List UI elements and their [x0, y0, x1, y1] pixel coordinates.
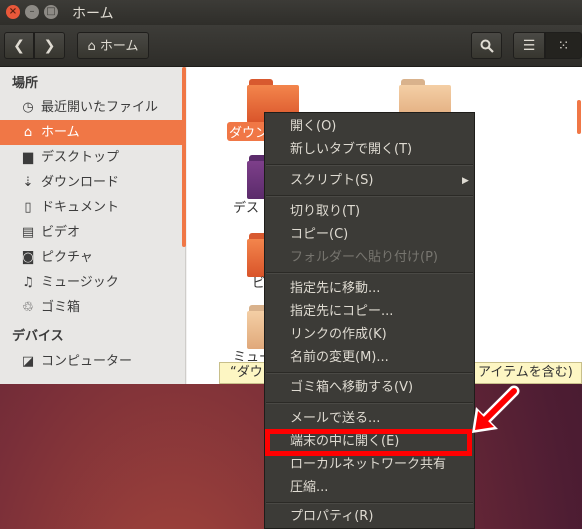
menu-item-make-link[interactable]: リンクの作成(K) — [265, 324, 474, 346]
sidebar-item-recent[interactable]: ◷ 最近開いたファイル — [0, 95, 185, 120]
sidebar-item-trash[interactable]: ♲ ゴミ箱 — [0, 295, 185, 320]
devices-header: デバイス — [12, 329, 64, 344]
sidebar-item-downloads[interactable]: ⇣ ダウンロード — [0, 170, 185, 195]
sidebar-item-pictures[interactable]: ◙ ピクチャ — [0, 245, 185, 270]
menu-item-open[interactable]: 開く(O) — [265, 116, 474, 138]
menu-item-copy-to[interactable]: 指定先にコピー... — [265, 301, 474, 323]
chevron-right-icon: ❯ — [43, 38, 56, 54]
menu-separator — [266, 502, 473, 504]
annotation-highlight-box — [265, 429, 472, 456]
menu-item-move-to-trash[interactable]: ゴミ箱へ移動する(V) — [265, 377, 474, 399]
menu-separator — [266, 372, 473, 374]
clock-icon: ◷ — [22, 100, 34, 115]
search-icon — [480, 39, 494, 53]
search-button[interactable] — [471, 32, 502, 59]
grid-view-button[interactable]: ⁙ — [545, 32, 582, 59]
menu-item-local-network-share[interactable]: ローカルネットワーク共有 — [265, 454, 474, 476]
title-bar: × – □ ホーム — [0, 0, 582, 25]
window-title: ホーム — [72, 6, 114, 22]
sidebar-item-label: ゴミ箱 — [41, 300, 81, 315]
grid-icon: ⁙ — [557, 38, 570, 54]
sidebar: 場所 ◷ 最近開いたファイル ⌂ ホーム ▆ デスクトップ ⇣ ダウンロード ▯… — [0, 67, 186, 384]
home-icon: ⌂ — [23, 125, 33, 140]
annotation-arrow-icon — [472, 385, 520, 433]
minimize-button[interactable]: – — [25, 5, 39, 19]
camera-icon: ◙ — [21, 250, 35, 265]
breadcrumb-home[interactable]: ⌂ ホーム — [77, 32, 149, 59]
menu-item-rename[interactable]: 名前の変更(M)... — [265, 347, 474, 369]
sidebar-item-label: デスクトップ — [41, 150, 120, 165]
computer-icon: ◪ — [21, 354, 35, 369]
status-text-right: アイテムを含む) — [478, 365, 573, 380]
toolbar: ❮ ❯ ⌂ ホーム ☰ ⁙ — [0, 25, 582, 67]
list-view-button[interactable]: ☰ — [513, 32, 545, 59]
menu-item-scripts[interactable]: スクリプト(S) ▶ — [265, 170, 474, 192]
sidebar-item-label: コンピューター — [41, 354, 133, 369]
document-icon: ▯ — [24, 200, 32, 215]
forward-button[interactable]: ❯ — [34, 32, 65, 59]
sidebar-item-music[interactable]: ♫ ミュージック — [0, 270, 185, 295]
sidebar-item-label: ドキュメント — [41, 200, 120, 215]
menu-separator — [266, 195, 473, 197]
sidebar-item-label: ホーム — [41, 125, 80, 140]
menu-separator — [266, 164, 473, 166]
trash-icon: ♲ — [22, 300, 34, 315]
folder-icon: ▆ — [23, 150, 33, 165]
menu-item-compress[interactable]: 圧縮... — [265, 477, 474, 499]
sidebar-item-documents[interactable]: ▯ ドキュメント — [0, 195, 185, 220]
file-label-desktop[interactable]: デス — [233, 197, 259, 216]
menu-item-properties[interactable]: プロパティ(R) — [265, 506, 474, 528]
menu-item-open-new-tab[interactable]: 新しいタブで開く(T) — [265, 139, 474, 161]
sidebar-item-home[interactable]: ⌂ ホーム — [0, 120, 185, 145]
sidebar-item-label: 最近開いたファイル — [41, 100, 159, 115]
menu-item-copy[interactable]: コピー(C) — [265, 224, 474, 246]
home-icon: ⌂ — [87, 39, 96, 54]
menu-item-paste-into-folder: フォルダーへ貼り付け(P) — [290, 250, 438, 265]
chevron-left-icon: ❮ — [13, 38, 25, 54]
download-icon: ⇣ — [22, 175, 34, 190]
close-button[interactable]: × — [6, 5, 20, 19]
sidebar-item-label: ビデオ — [41, 225, 81, 240]
sidebar-item-computer[interactable]: ◪ コンピューター — [0, 349, 185, 374]
music-icon: ♫ — [22, 275, 34, 290]
film-icon: ▤ — [21, 225, 35, 240]
menu-item-cut[interactable]: 切り取り(T) — [265, 201, 474, 223]
sidebar-item-desktop[interactable]: ▆ デスクトップ — [0, 145, 185, 170]
menu-item-send-by-email[interactable]: メールで送る... — [265, 408, 474, 430]
places-header: 場所 — [12, 76, 39, 91]
context-menu: 開く(O) 新しいタブで開く(T) スクリプト(S) ▶ 切り取り(T) コピー(… — [264, 112, 475, 529]
sidebar-item-label: ピクチャ — [41, 250, 93, 265]
menu-separator — [266, 272, 473, 274]
menu-item-move-to[interactable]: 指定先に移動... — [265, 278, 474, 300]
list-icon: ☰ — [522, 38, 536, 54]
status-text-left: “ダウ — [230, 365, 263, 380]
content-scrollbar[interactable] — [577, 100, 581, 134]
sidebar-item-label: ダウンロード — [41, 175, 120, 190]
maximize-button[interactable]: □ — [44, 5, 58, 19]
breadcrumb-label: ホーム — [99, 39, 139, 54]
sidebar-scrollbar[interactable] — [182, 67, 186, 247]
sidebar-item-videos[interactable]: ▤ ビデオ — [0, 220, 185, 245]
submenu-arrow-icon: ▶ — [462, 176, 469, 186]
back-button[interactable]: ❮ — [4, 32, 34, 59]
menu-separator — [266, 402, 473, 404]
sidebar-item-label: ミュージック — [41, 275, 119, 290]
